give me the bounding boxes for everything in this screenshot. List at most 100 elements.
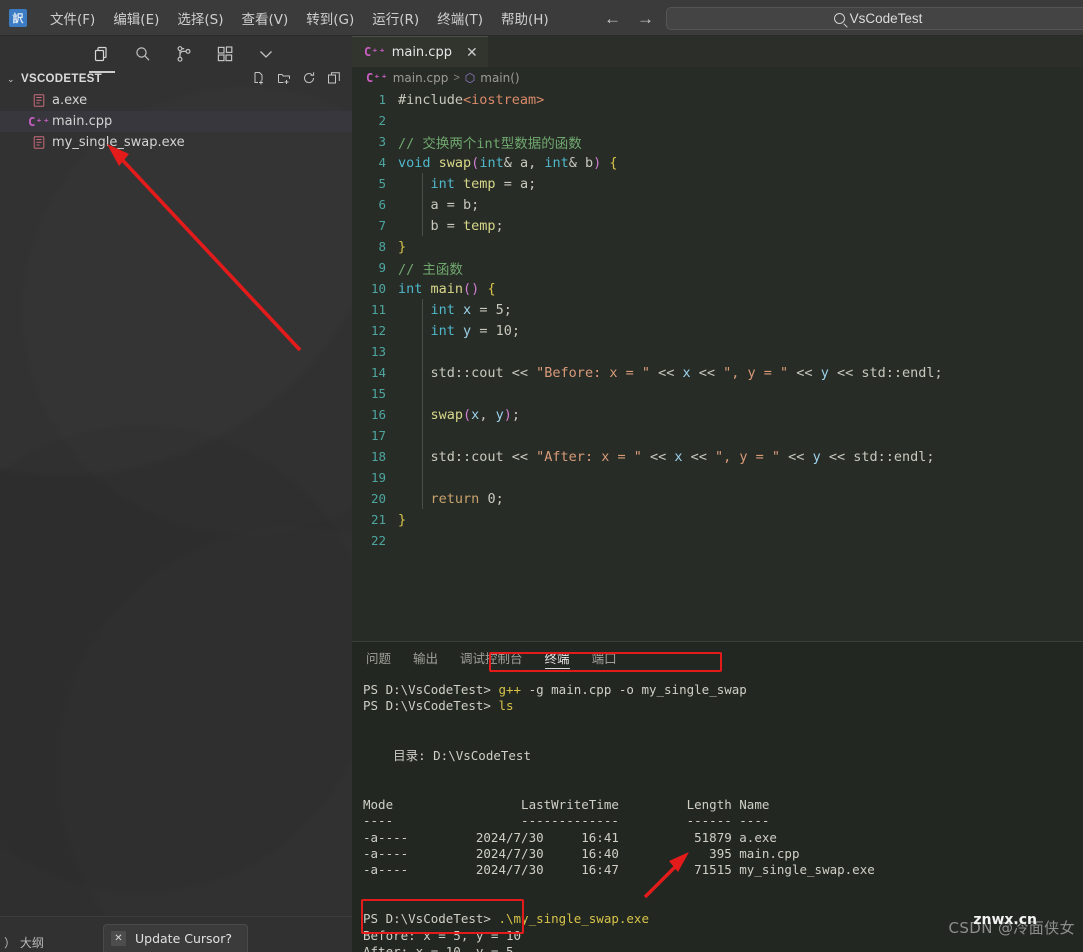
cpp-file-icon: C⁺⁺ (364, 45, 386, 59)
bottom-panel: 问题 输出 调试控制台 终端 端口 PS D:\VsCodeTest> g++ -g m… (352, 641, 1083, 952)
code-line: 15 (352, 383, 1083, 404)
line-number: 2 (378, 113, 386, 128)
close-icon[interactable]: ✕ (466, 45, 478, 59)
explorer-folder-title: VSCODETEST (21, 73, 102, 85)
code-line: 7 b = temp; (352, 215, 1083, 236)
file-row[interactable]: C⁺⁺ main.cpp (0, 111, 352, 132)
breadcrumb-symbol[interactable]: main() (480, 71, 519, 85)
panel-tab-active[interactable]: 终端 (544, 642, 570, 673)
indent-guide (422, 215, 423, 236)
code-text: swap(x, y); (430, 406, 520, 423)
cpp-file-icon: C⁺⁺ (366, 71, 388, 85)
title-bar: 訳 文件(F) 编辑(E) 选择(S) 查看(V) 转到(G) 运行(R) 终端… (0, 0, 1083, 36)
menu-item-edit[interactable]: 编辑(E) (104, 4, 168, 32)
file-row[interactable]: a.exe (0, 90, 352, 111)
code-line: 22 (352, 530, 1083, 551)
code-editor[interactable]: 1 #include<iostream> 2 3 // 交换两个int型数据的函数 4 vo… (352, 89, 1083, 641)
indent-guide (422, 383, 423, 404)
code-line: 13 (352, 341, 1083, 362)
code-text: std::cout << "After: x = " << x << ", y … (398, 448, 935, 465)
code-line: 6 a = b; (352, 194, 1083, 215)
sidebar-backdrop (0, 36, 352, 952)
tab-label: main.cpp (391, 44, 452, 60)
line-number: 10 (370, 281, 386, 296)
line-number: 3 (378, 134, 386, 149)
back-arrow-icon[interactable]: ← (604, 10, 621, 27)
explorer-actions (251, 70, 342, 86)
indent-guide (422, 173, 423, 194)
code-line: 14 std::cout << "Before: x = " << x << "… (352, 362, 1083, 383)
file-label: a.exe (52, 93, 88, 108)
breadcrumb-file[interactable]: main.cpp (393, 71, 449, 85)
activity-source-control-icon[interactable] (173, 43, 195, 65)
file-row[interactable]: my_single_swap.exe (0, 132, 352, 153)
panel-tab-item[interactable]: 调试控制台 (460, 642, 523, 673)
line-number: 6 (378, 197, 386, 212)
binary-file-icon (32, 136, 46, 150)
terminal-text-line: -a---- 2024/7/30 16:41 51879 a.exe (363, 829, 777, 845)
line-number: 22 (370, 533, 386, 548)
close-icon[interactable]: ✕ (111, 931, 126, 946)
menu-item-goto[interactable]: 转到(G) (297, 4, 363, 32)
panel-tab-item[interactable]: 输出 (413, 642, 438, 673)
code-line: 17 (352, 425, 1083, 446)
code-text: // 主函数 (398, 261, 463, 278)
code-text: return 0; (430, 490, 504, 507)
editor-region: C⁺⁺ main.cpp ✕ C⁺⁺ main.cpp > ⬡ main() 1… (352, 36, 1083, 952)
indent-guide (422, 425, 423, 446)
update-cursor-notification[interactable]: ✕ Update Cursor? (103, 924, 248, 952)
indent-guide (422, 446, 423, 467)
line-number: 4 (378, 155, 386, 170)
activity-explorer-icon[interactable] (89, 43, 115, 73)
code-line: 18 std::cout << "After: x = " << x << ",… (352, 446, 1083, 467)
editor-tab-main-cpp[interactable]: C⁺⁺ main.cpp ✕ (352, 36, 488, 67)
new-file-icon[interactable] (251, 70, 267, 86)
quick-open-search[interactable]: VsCodeTest (666, 7, 1083, 30)
panel-tab-item[interactable]: 端口 (592, 642, 617, 673)
menu-item-view[interactable]: 查看(V) (233, 4, 298, 32)
code-line: 16 swap(x, y); (352, 404, 1083, 425)
app-window: 訳 文件(F) 编辑(E) 选择(S) 查看(V) 转到(G) 运行(R) 终端… (0, 0, 1083, 952)
indent-guide (422, 320, 423, 341)
panel-tab-bar: 问题 输出 调试控制台 终端 端口 (352, 642, 1083, 673)
editor-tab-bar: C⁺⁺ main.cpp ✕ (352, 36, 1083, 67)
indent-guide (422, 362, 423, 383)
terminal-text-line: ---- ------------- ------ ---- (363, 813, 770, 829)
cpp-file-icon: C⁺⁺ (28, 114, 50, 129)
menu-item-help[interactable]: 帮助(H) (492, 4, 558, 32)
line-number: 15 (370, 386, 386, 401)
menu-item-file[interactable]: 文件(F) (41, 4, 104, 32)
explorer-header[interactable]: ⌄ VSCODETEST (0, 68, 352, 90)
code-text: } (398, 511, 407, 528)
code-line: 12 int y = 10; (352, 320, 1083, 341)
line-number: 20 (370, 491, 386, 506)
menu-bar: 文件(F) 编辑(E) 选择(S) 查看(V) 转到(G) 运行(R) 终端(T… (41, 4, 558, 32)
file-label: main.cpp (52, 114, 113, 129)
indent-guide (422, 341, 423, 362)
explorer-chevron-down-icon[interactable]: ⌄ (7, 74, 19, 85)
code-line: 11 int x = 5; (352, 299, 1083, 320)
code-text: } (398, 238, 407, 255)
forward-arrow-icon[interactable]: → (637, 10, 654, 27)
vscode-logo-icon: 訳 (9, 8, 27, 27)
panel-tab-item[interactable]: 问题 (366, 642, 391, 673)
new-folder-icon[interactable] (276, 70, 292, 86)
code-line: 8} (352, 236, 1083, 257)
code-text: int temp = a; (430, 175, 537, 192)
line-number: 16 (370, 407, 386, 422)
menu-item-terminal[interactable]: 终端(T) (428, 4, 492, 32)
activity-bar (0, 36, 352, 73)
activity-search-icon[interactable] (132, 43, 154, 65)
line-number: 19 (370, 470, 386, 485)
activity-extensions-icon[interactable] (214, 43, 236, 65)
refresh-icon[interactable] (301, 70, 317, 86)
code-text: std::cout << "Before: x = " << x << ", y… (398, 364, 943, 381)
code-line: 9 // 主函数 (352, 257, 1083, 278)
terminal-output[interactable]: PS D:\VsCodeTest> g++ -g main.cpp -o my_… (352, 673, 1083, 952)
menu-item-selection[interactable]: 选择(S) (168, 4, 232, 32)
menu-item-run[interactable]: 运行(R) (363, 4, 428, 32)
collapse-all-icon[interactable] (326, 70, 342, 86)
activity-more-chevron-down-icon[interactable] (255, 43, 277, 65)
